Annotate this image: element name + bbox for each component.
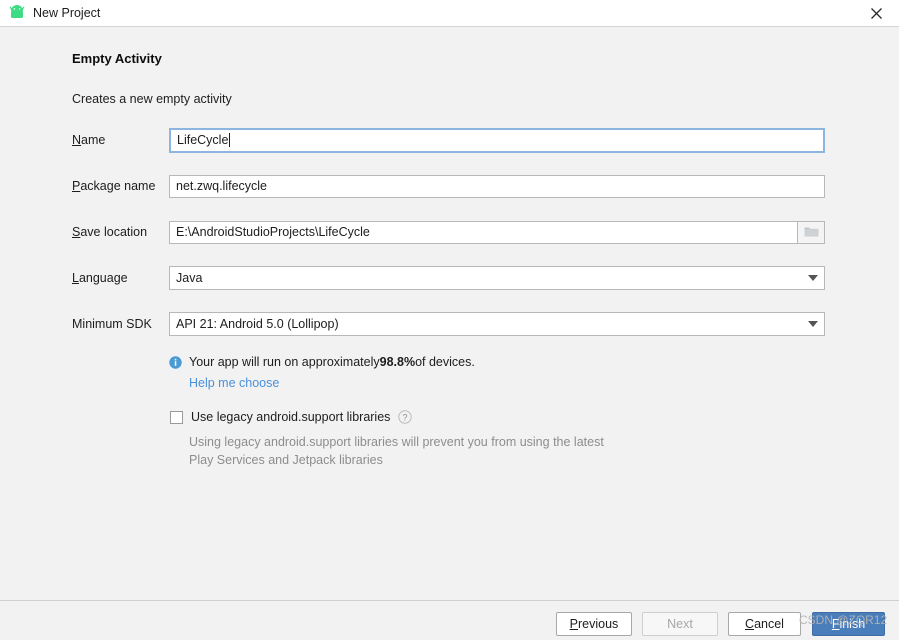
close-icon[interactable] bbox=[854, 0, 899, 26]
legacy-libraries-label[interactable]: Use legacy android.support libraries bbox=[191, 410, 390, 424]
label-package-name-rest: ackage name bbox=[80, 179, 156, 193]
finish-button-label: inish bbox=[839, 617, 866, 631]
text-caret bbox=[229, 133, 231, 147]
label-minimum-sdk: Minimum SDK bbox=[72, 317, 169, 331]
label-language-mnemonic: L bbox=[72, 271, 79, 285]
dialog-footer: Previous Next Cancel Finish bbox=[0, 600, 899, 640]
question-mark-icon[interactable]: ? bbox=[398, 410, 413, 424]
field-row-minimum-sdk: Minimum SDK API 21: Android 5.0 (Lollipo… bbox=[72, 312, 825, 336]
name-input[interactable]: LifeCycle bbox=[169, 127, 825, 153]
label-save-location-rest: ave location bbox=[80, 225, 148, 239]
minimum-sdk-select[interactable]: API 21: Android 5.0 (Lollipop) bbox=[169, 312, 825, 336]
coverage-text-before: Your app will run on approximately bbox=[189, 355, 380, 369]
folder-icon bbox=[804, 225, 819, 240]
name-input-value: LifeCycle bbox=[177, 133, 229, 147]
package-name-input[interactable]: net.zwq.lifecycle bbox=[169, 174, 825, 198]
legacy-libraries-checkbox[interactable] bbox=[170, 410, 183, 424]
label-name: Name bbox=[72, 133, 169, 147]
label-name-rest: ame bbox=[81, 133, 106, 147]
cancel-button-mnemonic: C bbox=[745, 617, 755, 631]
cancel-button[interactable]: Cancel bbox=[728, 612, 801, 636]
info-icon bbox=[169, 355, 182, 369]
field-row-name: Name LifeCycle bbox=[72, 127, 825, 153]
chevron-down-icon bbox=[802, 313, 824, 335]
previous-button-mnemonic: P bbox=[569, 617, 579, 631]
minimum-sdk-select-value: API 21: Android 5.0 (Lollipop) bbox=[176, 317, 339, 331]
previous-button[interactable]: Previous bbox=[556, 612, 632, 636]
cancel-button-label: ancel bbox=[754, 617, 784, 631]
browse-folder-button[interactable] bbox=[797, 220, 825, 244]
field-row-save-location: Save location E:\AndroidStudioProjects\L… bbox=[72, 220, 825, 244]
label-name-mnemonic: N bbox=[72, 133, 82, 147]
coverage-text-after: of devices. bbox=[415, 355, 475, 369]
svg-text:?: ? bbox=[403, 412, 408, 422]
label-save-location: Save location bbox=[72, 225, 169, 239]
page-title: Empty Activity bbox=[72, 51, 162, 66]
label-minimum-sdk-rest: Minimum SDK bbox=[72, 317, 152, 331]
label-package-name: Package name bbox=[72, 179, 169, 193]
save-location-input-value: E:\AndroidStudioProjects\LifeCycle bbox=[176, 225, 370, 239]
legacy-libraries-hint: Using legacy android.support libraries w… bbox=[189, 435, 604, 467]
field-row-package-name: Package name net.zwq.lifecycle bbox=[72, 174, 825, 198]
field-row-language: Language Java bbox=[72, 266, 825, 290]
language-select-value: Java bbox=[176, 271, 203, 285]
save-location-input[interactable]: E:\AndroidStudioProjects\LifeCycle bbox=[169, 220, 797, 244]
next-button-label: Next bbox=[667, 617, 693, 631]
package-name-input-value: net.zwq.lifecycle bbox=[176, 179, 268, 193]
android-robot-icon bbox=[8, 4, 26, 22]
page-subtitle: Creates a new empty activity bbox=[72, 92, 232, 106]
help-me-choose-link[interactable]: Help me choose bbox=[189, 376, 279, 390]
label-language: Language bbox=[72, 271, 169, 285]
window-title-bar: New Project bbox=[0, 0, 899, 27]
chevron-down-icon bbox=[802, 267, 824, 289]
previous-button-label: revious bbox=[578, 617, 619, 631]
finish-button-mnemonic: F bbox=[831, 617, 840, 631]
next-button: Next bbox=[642, 612, 718, 636]
language-select[interactable]: Java bbox=[169, 266, 825, 290]
dialog-content: Empty Activity Creates a new empty activ… bbox=[0, 27, 899, 600]
window-title: New Project bbox=[33, 6, 101, 20]
coverage-percentage: 98.8% bbox=[379, 355, 416, 369]
label-language-rest: anguage bbox=[78, 271, 128, 285]
device-coverage-info: Your app will run on approximately 98.8%… bbox=[169, 355, 475, 369]
finish-button[interactable]: Finish bbox=[812, 612, 885, 636]
save-location-control: E:\AndroidStudioProjects\LifeCycle bbox=[169, 220, 825, 244]
legacy-libraries-row: Use legacy android.support libraries ? bbox=[170, 410, 413, 424]
